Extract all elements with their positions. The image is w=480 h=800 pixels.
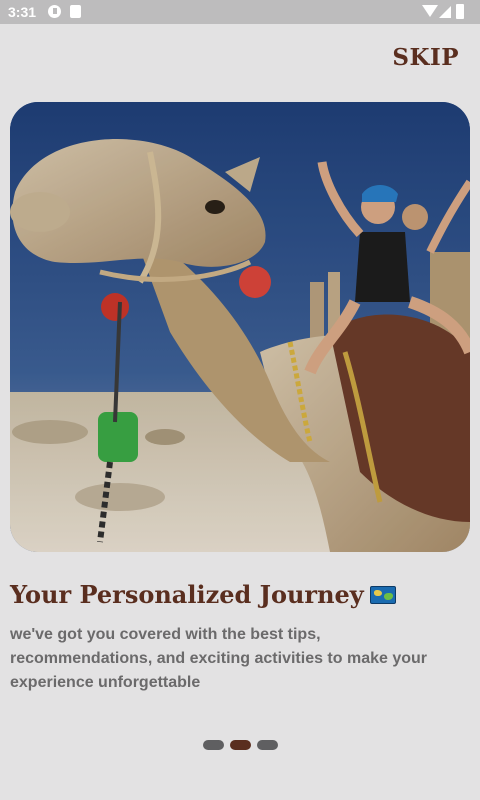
wifi-icon bbox=[422, 5, 438, 17]
page-dot-2-active[interactable] bbox=[229, 740, 251, 750]
title-text: Your Personalized Journey bbox=[10, 580, 364, 609]
signal-icon bbox=[439, 6, 451, 18]
hero-image bbox=[10, 102, 470, 552]
onboarding-title: Your Personalized Journey bbox=[10, 580, 396, 609]
camel-ride-photo bbox=[10, 102, 470, 552]
page-indicator bbox=[0, 740, 480, 750]
sd-card-icon bbox=[70, 5, 81, 18]
status-indicators bbox=[422, 4, 472, 20]
battery-icon bbox=[456, 4, 464, 19]
world-map-icon bbox=[369, 586, 396, 604]
onboarding-description: we've got you covered with the best tips… bbox=[10, 626, 428, 691]
status-bar: 3:31 bbox=[0, 0, 480, 24]
notification-icon bbox=[48, 5, 61, 18]
status-time: 3:31 bbox=[8, 4, 37, 20]
page-dot-3[interactable] bbox=[256, 740, 278, 750]
page-dot-1[interactable] bbox=[202, 740, 224, 750]
skip-button[interactable]: SKIP bbox=[392, 44, 459, 71]
